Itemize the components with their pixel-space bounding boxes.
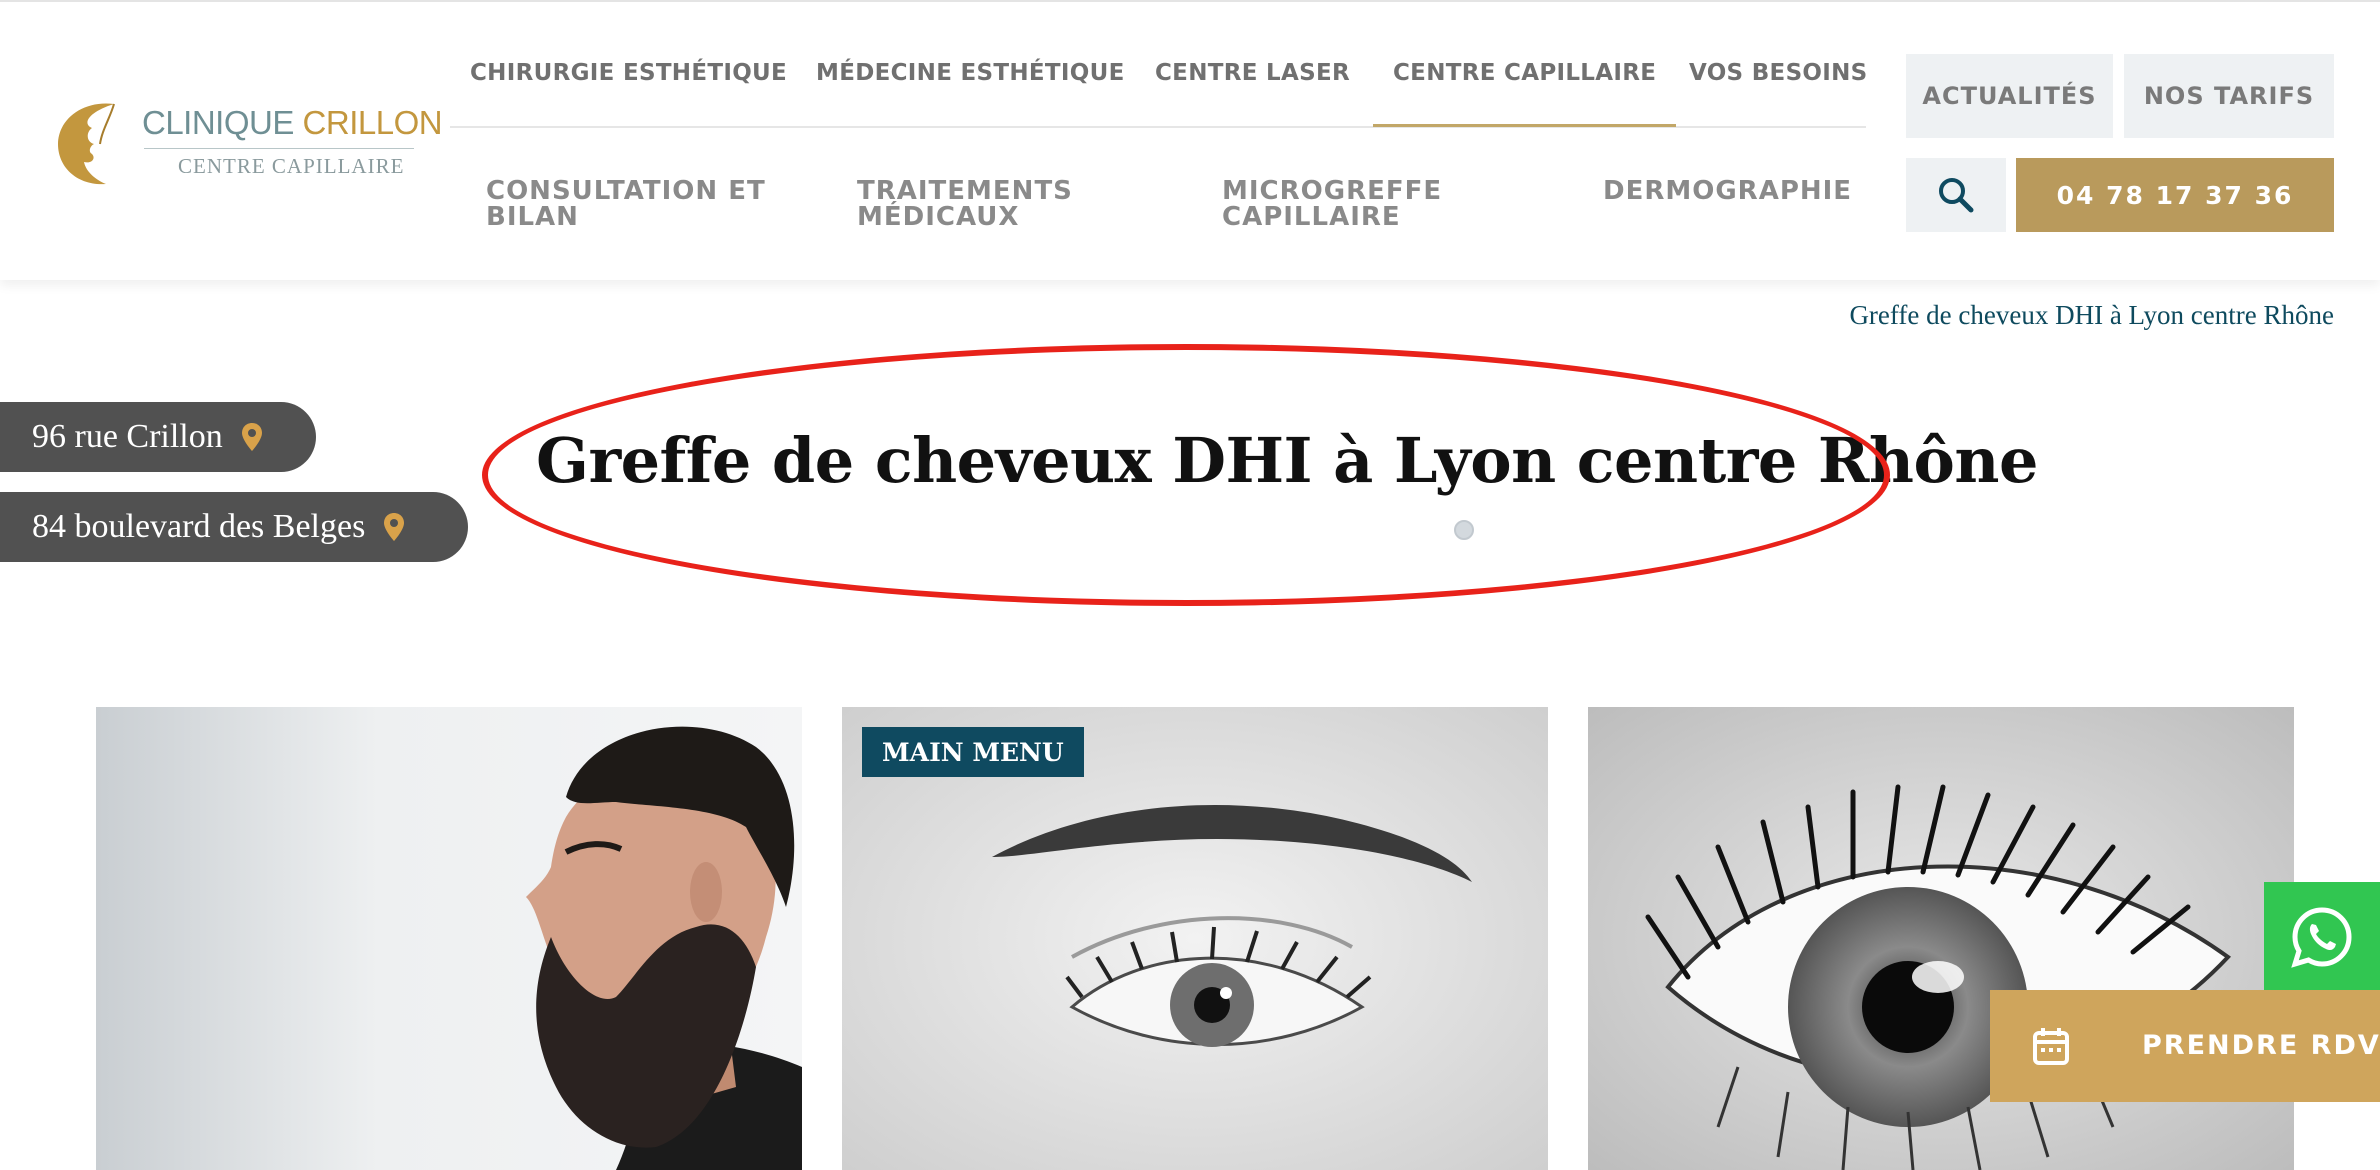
prices-button[interactable]: NOS TARIFS bbox=[2124, 54, 2334, 138]
clinic-logo[interactable]: CLINIQUE CRILLON CENTRE CAPILLAIRE bbox=[52, 98, 443, 192]
map-pin-icon bbox=[384, 513, 405, 541]
subnav-label-line1: CONSULTATION ET bbox=[486, 176, 766, 206]
map-pin-icon bbox=[241, 423, 262, 451]
address-belges[interactable]: 84 boulevard des Belges bbox=[0, 492, 468, 562]
logo-name-part2: CRILLON bbox=[302, 104, 443, 141]
subnav-label-line1: MICROGREFFE bbox=[1222, 176, 1443, 206]
whatsapp-button[interactable] bbox=[2264, 882, 2380, 992]
address-label: 96 rue Crillon bbox=[32, 418, 223, 455]
logo-subtitle: CENTRE CAPILLAIRE bbox=[178, 154, 405, 178]
nav-centre-laser[interactable]: CENTRE LASER bbox=[1155, 60, 1350, 86]
phone-button[interactable]: 04 78 17 37 36 bbox=[2016, 158, 2334, 232]
search-icon bbox=[1939, 178, 1974, 213]
nav-chirurgie-esthetique[interactable]: CHIRURGIE ESTHÉTIQUE bbox=[470, 60, 787, 86]
subnav-label-line1: DERMOGRAPHIE bbox=[1603, 176, 1853, 206]
nav-medecine-esthetique[interactable]: MÉDECINE ESTHÉTIQUE bbox=[816, 60, 1125, 86]
address-label: 84 boulevard des Belges bbox=[32, 508, 366, 545]
bearded-man-image bbox=[96, 707, 802, 1170]
subnav-label-line2: BILAN bbox=[486, 202, 579, 232]
news-button[interactable]: ACTUALITÉS bbox=[1906, 54, 2113, 138]
cursor-dot bbox=[1454, 520, 1474, 540]
logo-name-part1: CLINIQUE bbox=[142, 104, 303, 141]
logo-divider bbox=[144, 148, 414, 149]
nav-centre-capillaire[interactable]: CENTRE CAPILLAIRE bbox=[1372, 60, 1677, 127]
nav-vos-besoins[interactable]: VOS BESOINS bbox=[1689, 60, 1868, 86]
breadcrumb[interactable]: Greffe de cheveux DHI à Lyon centre Rhôn… bbox=[1849, 300, 2334, 331]
card-bearded-man[interactable] bbox=[96, 707, 802, 1170]
book-appointment-label: PRENDRE RDV bbox=[2142, 1030, 2380, 1061]
search-button[interactable] bbox=[1906, 158, 2006, 232]
subnav-dermographie[interactable]: DERMOGRAPHIE bbox=[1603, 178, 1852, 204]
subnav-consultation-bilan[interactable]: CONSULTATION ET BILAN bbox=[486, 178, 766, 230]
subnav-label-line1: TRAITEMENTS bbox=[857, 176, 1073, 206]
main-menu-badge[interactable]: MAIN MENU bbox=[862, 727, 1084, 777]
site-header: CLINIQUE CRILLON CENTRE CAPILLAIRE CHIRU… bbox=[0, 0, 2380, 280]
subnav-label-line2: MÉDICAUX bbox=[857, 202, 1020, 232]
subnav-traitements-medicaux[interactable]: TRAITEMENTS MÉDICAUX bbox=[857, 178, 1073, 230]
calendar-icon bbox=[2033, 1028, 2069, 1065]
main-navigation: CHIRURGIE ESTHÉTIQUE MÉDECINE ESTHÉTIQUE… bbox=[450, 42, 1868, 128]
address-crillon[interactable]: 96 rue Crillon bbox=[0, 402, 316, 472]
page-title: Greffe de cheveux DHI à Lyon centre Rhôn… bbox=[536, 424, 2038, 497]
book-appointment-button[interactable]: PRENDRE RDV bbox=[1990, 990, 2380, 1102]
logo-face-icon bbox=[58, 103, 115, 185]
whatsapp-icon bbox=[2291, 907, 2352, 968]
subnav-microgreffe-capillaire[interactable]: MICROGREFFE CAPILLAIRE bbox=[1222, 178, 1442, 230]
subnav-label-line2: CAPILLAIRE bbox=[1222, 202, 1401, 232]
logo-name: CLINIQUE CRILLON bbox=[142, 104, 443, 142]
